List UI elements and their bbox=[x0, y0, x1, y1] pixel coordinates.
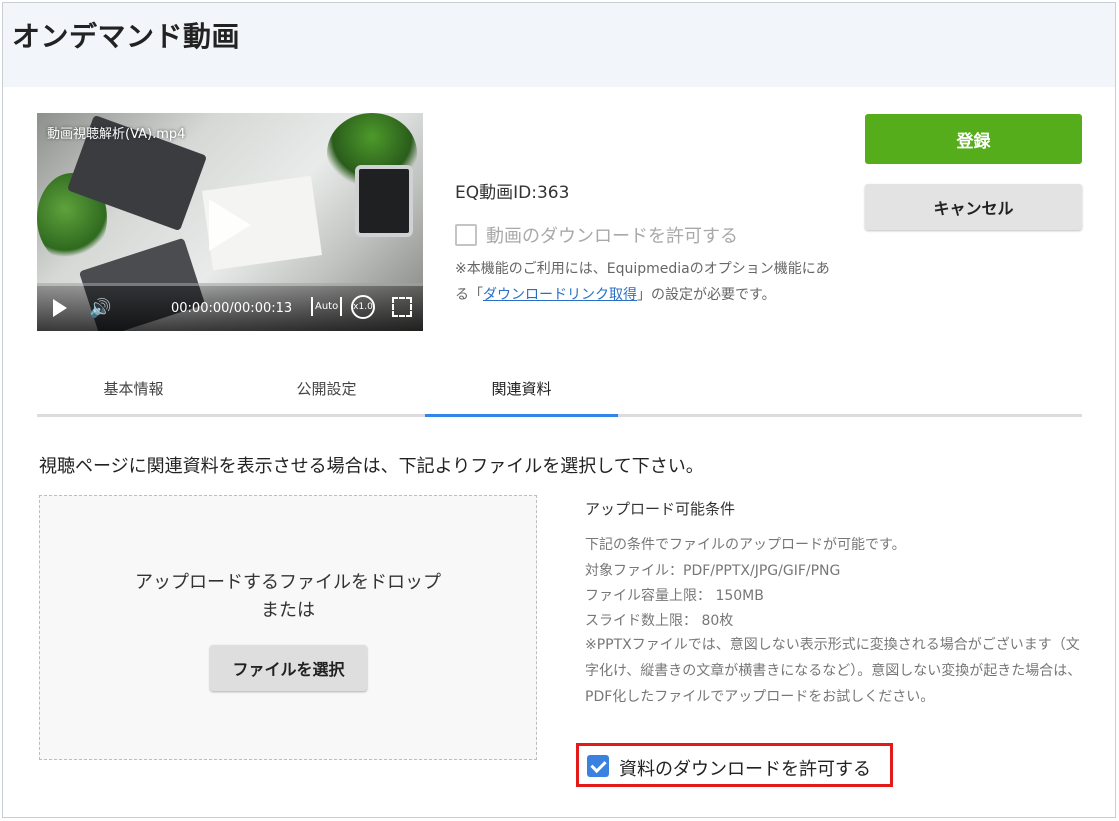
video-download-option[interactable]: 動画のダウンロードを許可する bbox=[455, 222, 738, 248]
material-download-option[interactable]: 資料のダウンロードを許可する bbox=[576, 743, 893, 787]
material-download-label: 資料のダウンロードを許可する bbox=[619, 759, 871, 780]
dropzone-or-text: または bbox=[261, 600, 315, 621]
video-frame-tablet bbox=[355, 165, 413, 237]
materials-instruction: 視聴ページに関連資料を表示させる場合は、下記よりファイルを選択して下さい。 bbox=[39, 456, 704, 477]
page-title: オンデマンド動画 bbox=[12, 20, 241, 53]
upload-conditions-intro: 下記の条件でファイルのアップロードが可能です。 bbox=[585, 537, 906, 553]
upload-conditions-title: アップロード可能条件 bbox=[585, 500, 736, 518]
tab-basic-info[interactable]: 基本情報 bbox=[37, 365, 230, 417]
tab-bar: 基本情報 公開設定 関連資料 bbox=[37, 365, 1082, 417]
upload-size-limit: ファイル容量上限： 150MB bbox=[585, 588, 764, 604]
dropzone-text: アップロードするファイルをドロップ bbox=[135, 572, 441, 593]
play-icon[interactable] bbox=[53, 299, 67, 317]
video-time: 00:00:00/00:00:13 bbox=[171, 301, 293, 316]
tab-publish-settings[interactable]: 公開設定 bbox=[230, 365, 423, 417]
pptx-conversion-note: ※PPTXファイルでは、意図しない表示形式に変換される場合がございます（文字化け… bbox=[585, 637, 1082, 705]
file-dropzone[interactable]: アップロードするファイルをドロップ または ファイルを選択 bbox=[39, 495, 537, 760]
quality-button[interactable]: Auto bbox=[311, 297, 343, 316]
speed-button[interactable]: x1.0 bbox=[351, 295, 375, 319]
eq-video-id: EQ動画ID:363 bbox=[455, 183, 570, 203]
select-file-button[interactable]: ファイルを選択 bbox=[210, 645, 367, 691]
upload-slide-limit: スライド数上限： 80枚 bbox=[585, 613, 734, 629]
video-player[interactable]: 動画視聴解析(VA).mp4 🔊 00:00:00/00:00:13 Auto … bbox=[37, 113, 423, 331]
volume-icon[interactable]: 🔊 bbox=[89, 298, 111, 319]
page-header: オンデマンド動画 bbox=[3, 3, 1115, 87]
video-download-label: 動画のダウンロードを許可する bbox=[486, 226, 738, 247]
fullscreen-icon[interactable] bbox=[392, 297, 412, 317]
cancel-button[interactable]: キャンセル bbox=[865, 184, 1082, 230]
material-download-checkbox[interactable] bbox=[587, 755, 609, 777]
upload-file-types: 対象ファイル：PDF/PPTX/JPG/GIF/PNG bbox=[585, 563, 841, 579]
video-download-checkbox[interactable] bbox=[455, 224, 477, 246]
seek-bar[interactable] bbox=[37, 283, 423, 286]
note-text: 」の設定が必要です。 bbox=[637, 287, 776, 303]
tab-related-materials[interactable]: 関連資料 bbox=[425, 365, 618, 417]
video-filename: 動画視聴解析(VA).mp4 bbox=[47, 127, 186, 142]
register-button[interactable]: 登録 bbox=[865, 114, 1082, 164]
video-download-note: ※本機能のご利用には、Equipmediaのオプション機能にある「ダウンロードリ… bbox=[455, 256, 837, 308]
big-play-icon[interactable] bbox=[209, 199, 251, 251]
download-link-setting-link[interactable]: ダウンロードリンク取得 bbox=[483, 287, 637, 303]
